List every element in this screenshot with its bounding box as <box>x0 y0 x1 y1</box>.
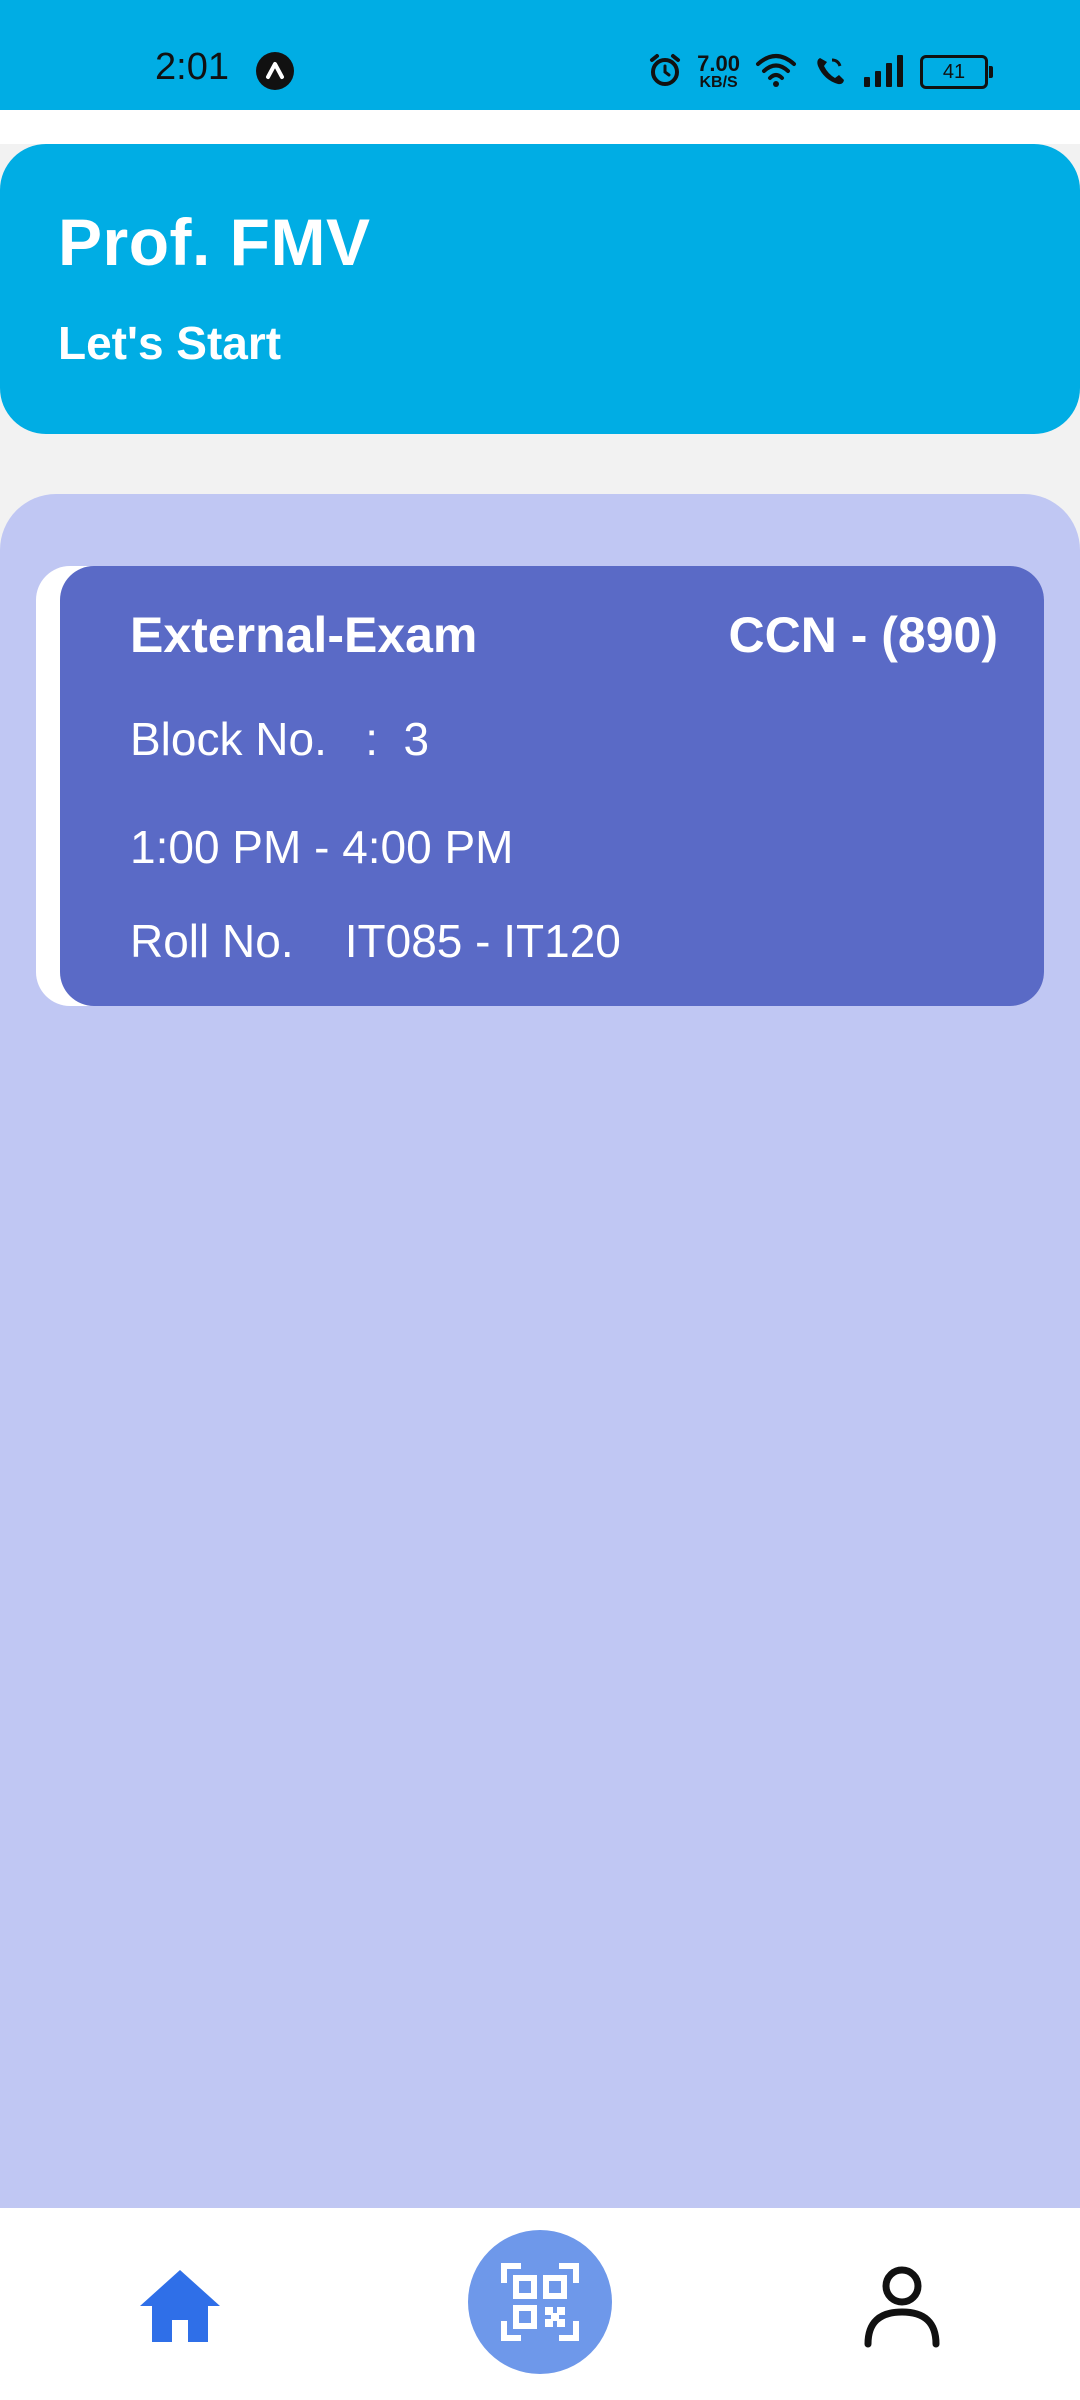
header-subtitle: Let's Start <box>58 317 282 369</box>
speed-value: 7.00 <box>697 51 740 76</box>
status-time: 2:01 <box>155 46 229 88</box>
exam-type: External-Exam <box>130 607 478 663</box>
status-icons: 7.00 KB/S 41 <box>647 48 993 96</box>
wifi-call-icon <box>812 52 848 93</box>
nav-qr-scan-button[interactable] <box>468 2230 612 2374</box>
network-speed: 7.00 KB/S <box>697 53 740 91</box>
block-number: Block No. : 3 <box>130 713 430 765</box>
exam-card-body[interactable]: External-Exam CCN - (890) Block No. : 3 … <box>60 566 1044 1006</box>
exam-card[interactable]: External-Exam CCN - (890) Block No. : 3 … <box>36 566 1044 1006</box>
alarm-icon <box>647 52 683 93</box>
exam-time: 1:00 PM - 4:00 PM <box>130 821 514 873</box>
home-icon <box>140 2270 220 2342</box>
speed-unit: KB/S <box>699 74 738 91</box>
app-notification-icon <box>256 52 294 90</box>
battery-icon: 41 <box>920 55 993 89</box>
signal-icon <box>862 53 906 92</box>
bottom-navigation <box>0 2208 1080 2400</box>
profile-icon <box>864 2266 940 2348</box>
header-spacer <box>0 110 1080 144</box>
wifi-icon <box>754 52 798 93</box>
battery-level: 41 <box>942 60 966 83</box>
nav-home-button[interactable] <box>136 2266 224 2346</box>
course-code: CCN - (890) <box>728 607 998 663</box>
qr-scan-icon <box>501 2263 579 2341</box>
nav-profile-button[interactable] <box>862 2264 942 2348</box>
welcome-header: Prof. FMV Let's Start <box>0 144 1080 434</box>
status-bar: 2:01 7.00 KB/S 41 <box>0 0 1080 110</box>
roll-range: Roll No. IT085 - IT120 <box>130 915 621 967</box>
professor-name: Prof. FMV <box>58 205 371 279</box>
